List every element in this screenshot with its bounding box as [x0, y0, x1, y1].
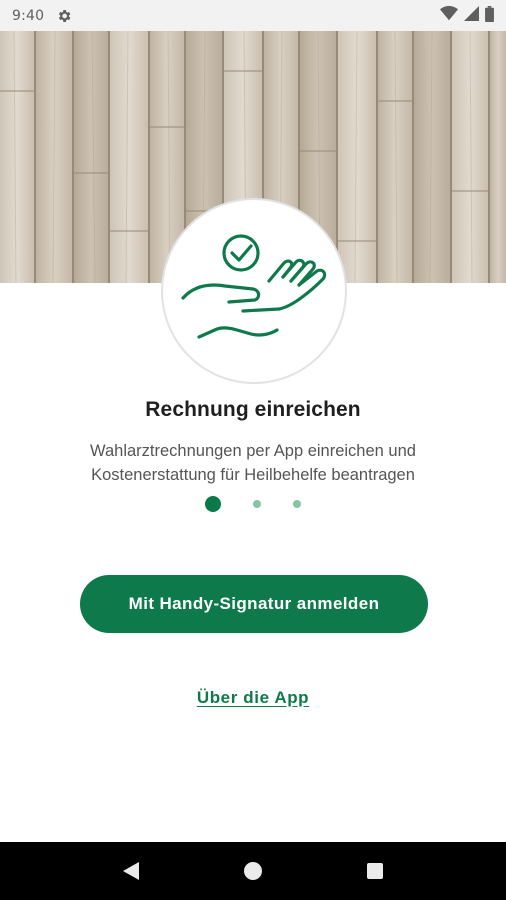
hand-check-icon	[181, 234, 327, 339]
onboarding-title: Rechnung einreichen	[145, 398, 361, 421]
recents-icon[interactable]	[355, 851, 395, 891]
page-indicator-dot-1[interactable]	[205, 496, 221, 512]
onboarding-description: Wahlarztrechnungen per App einreichen un…	[90, 442, 416, 484]
settings-icon	[56, 8, 72, 24]
status-time: 9:40	[12, 7, 45, 24]
login-handy-signatur-button[interactable]: Mit Handy-Signatur anmelden	[80, 575, 428, 633]
battery-icon	[485, 5, 494, 26]
navigation-bar	[0, 842, 506, 900]
home-icon[interactable]	[233, 851, 273, 891]
illustration-badge	[161, 198, 347, 384]
signal-icon	[464, 6, 479, 25]
about-app-link-container: Über die App	[0, 688, 506, 708]
status-bar: 9:40	[0, 0, 506, 31]
about-app-link[interactable]: Über die App	[197, 688, 309, 707]
page-indicator-dot-3[interactable]	[293, 500, 301, 508]
back-icon[interactable]	[111, 851, 151, 891]
wifi-icon	[440, 6, 458, 25]
page-indicator-dot-2[interactable]	[253, 500, 261, 508]
page-indicator[interactable]	[0, 495, 506, 513]
